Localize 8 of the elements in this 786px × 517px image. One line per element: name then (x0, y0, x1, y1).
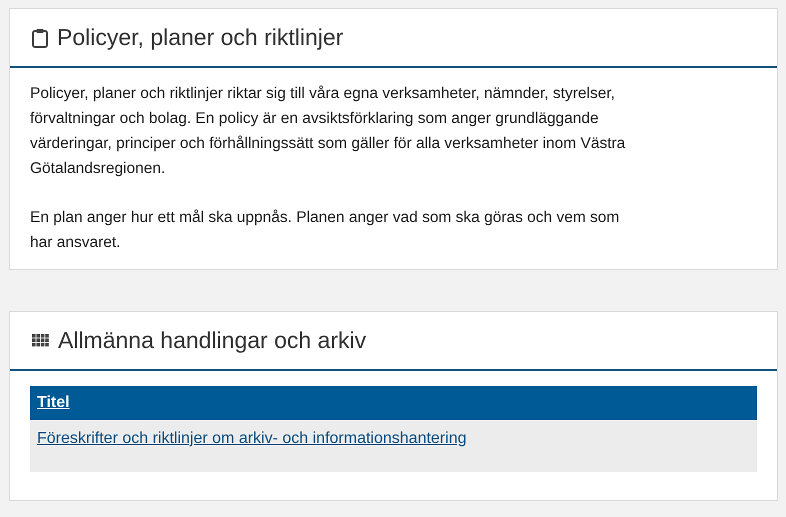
section-title: Policyer, planer och riktlinjer (57, 24, 344, 51)
paragraph: Policyer, planer och riktlinjer riktar sig till våra egna verksamheter, nämnder, styrelser, förvaltningar och bolag. En policy är en avsiktsförklaring som anger grundläggande värderingar, principer och förhållningssätt som gäller för alla verksamheter inom Västra Götalandsregionen. (30, 84, 626, 179)
paragraph: En plan anger hur ett mål ska uppnås. Planen anger vad som ska göras och vem som har ansvaret. (30, 208, 620, 253)
document-link[interactable]: Föreskrifter och riktlinjer om arkiv- och informationshantering (37, 430, 466, 447)
section-title: Allmänna handlingar och arkiv (58, 327, 366, 354)
clipboard-icon (32, 28, 48, 48)
grid-icon (32, 334, 49, 347)
column-header-link[interactable]: Titel (37, 394, 70, 411)
